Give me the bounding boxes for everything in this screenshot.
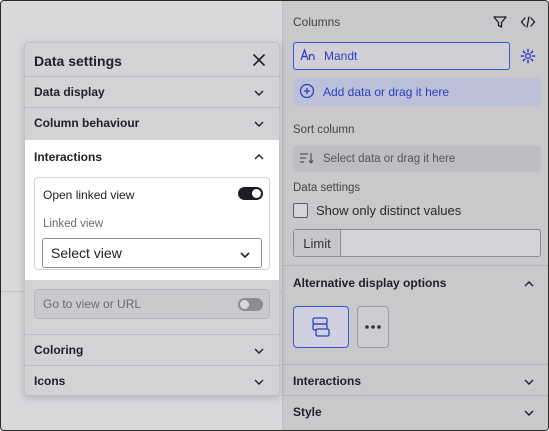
- gear-icon[interactable]: [519, 47, 537, 65]
- close-icon[interactable]: [251, 52, 267, 68]
- column-chip-label: Mandt: [324, 49, 358, 63]
- column-chip[interactable]: Mandt: [293, 42, 510, 70]
- section-label: Data display: [34, 85, 105, 99]
- open-linked-view-toggle[interactable]: [238, 187, 263, 200]
- app-frame: Columns Mandt Add data or drag it here S…: [0, 0, 549, 431]
- linked-view-select-value: Select view: [51, 245, 122, 261]
- code-icon[interactable]: [519, 13, 537, 31]
- alt-display-title: Alternative display options: [293, 276, 447, 290]
- text-type-icon: [300, 47, 316, 65]
- open-linked-view-label: Open linked view: [43, 188, 135, 202]
- popup-title: Data settings: [34, 53, 122, 69]
- distinct-values-row[interactable]: Show only distinct values: [293, 203, 461, 218]
- distinct-values-label: Show only distinct values: [316, 203, 462, 218]
- columns-label: Columns: [293, 15, 341, 29]
- add-data-button[interactable]: Add data or drag it here: [293, 78, 541, 106]
- section-icons[interactable]: Icons: [25, 365, 279, 396]
- divider: [283, 364, 548, 365]
- section-coloring[interactable]: Coloring: [25, 334, 279, 365]
- chevron-down-icon: [253, 87, 265, 99]
- data-settings-label: Data settings: [293, 182, 361, 194]
- limit-input[interactable]: [341, 230, 540, 256]
- section-label: Column behaviour: [34, 116, 140, 130]
- linked-view-select[interactable]: Select view: [42, 238, 262, 268]
- section-label: Coloring: [34, 343, 84, 357]
- style-section-title[interactable]: Style: [293, 405, 322, 419]
- chevron-up-icon[interactable]: [253, 150, 265, 162]
- section-interactions-expanded: Interactions Open linked view Linked vie…: [25, 140, 279, 280]
- chevron-down-icon: [253, 118, 265, 130]
- goto-view-url-row[interactable]: Go to view or URL: [34, 289, 270, 319]
- sort-column-label: Sort column: [293, 124, 355, 136]
- plus-circle-icon: [299, 83, 315, 102]
- chevron-up-icon[interactable]: [523, 277, 535, 289]
- chevron-down-icon: [239, 248, 251, 260]
- sort-column-dropzone[interactable]: Select data or drag it here: [293, 146, 541, 172]
- data-settings-popup: Data settings Data display Column behavi…: [24, 42, 280, 396]
- section-label: Icons: [34, 374, 66, 388]
- section-data-display[interactable]: Data display: [25, 76, 279, 107]
- right-panel: Columns Mandt Add data or drag it here S…: [282, 1, 548, 430]
- table-stack-icon: [312, 317, 330, 337]
- linked-view-card: Open linked view Linked view Select view: [34, 177, 270, 270]
- goto-toggle[interactable]: [238, 298, 263, 311]
- chevron-down-icon[interactable]: [523, 406, 535, 418]
- display-option-more[interactable]: [357, 306, 389, 348]
- sort-icon: [299, 151, 315, 168]
- chevron-down-icon: [253, 376, 265, 388]
- section-column-behaviour[interactable]: Column behaviour: [25, 107, 279, 138]
- divider: [283, 395, 548, 396]
- filter-icon[interactable]: [491, 13, 509, 31]
- interactions-section-title[interactable]: Interactions: [293, 374, 361, 388]
- chevron-down-icon[interactable]: [523, 375, 535, 387]
- linked-view-label: Linked view: [43, 218, 104, 230]
- limit-field[interactable]: Limit: [293, 229, 541, 257]
- section-interactions-title[interactable]: Interactions: [34, 150, 102, 164]
- goto-label: Go to view or URL: [43, 297, 142, 311]
- more-icon: [365, 325, 381, 329]
- distinct-values-checkbox[interactable]: [293, 203, 308, 218]
- display-option-table[interactable]: [293, 306, 349, 348]
- sort-placeholder: Select data or drag it here: [323, 153, 456, 165]
- limit-label: Limit: [294, 230, 341, 256]
- add-data-label: Add data or drag it here: [323, 85, 450, 99]
- divider: [283, 265, 548, 266]
- chevron-down-icon: [253, 345, 265, 357]
